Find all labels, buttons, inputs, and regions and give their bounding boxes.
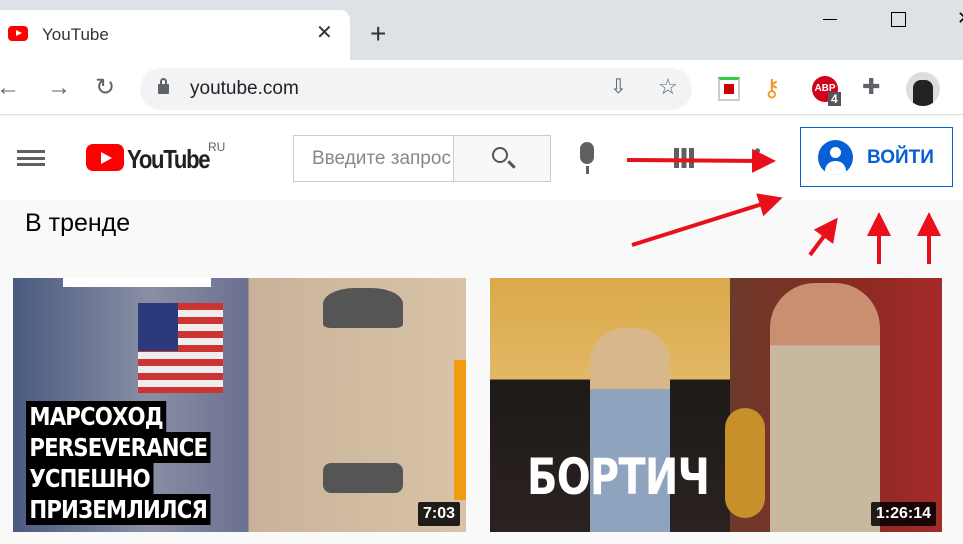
arrow [808, 217, 838, 257]
arrow [631, 193, 783, 247]
arrow [626, 148, 776, 173]
annotation-arrows [626, 148, 941, 264]
